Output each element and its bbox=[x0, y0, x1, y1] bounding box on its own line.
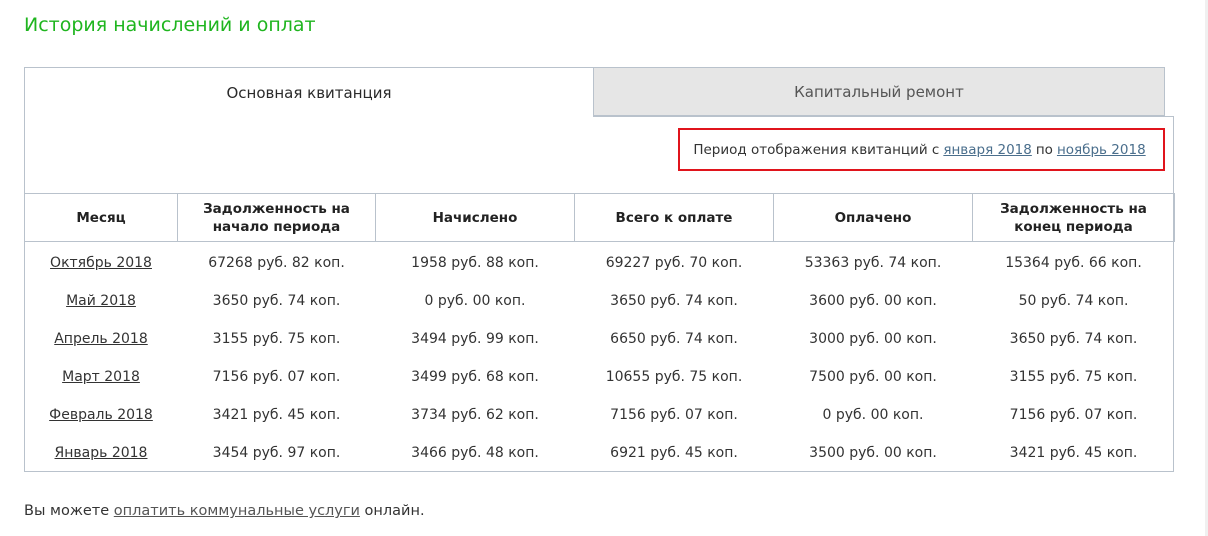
charged-cell: 3494 руб. 99 коп. bbox=[411, 331, 539, 347]
month-link[interactable]: Октябрь 2018 bbox=[50, 255, 152, 271]
footer-prefix: Вы можете bbox=[24, 503, 110, 519]
table-row: Февраль 2018 3421 руб. 45 коп. 3734 руб.… bbox=[25, 396, 1175, 434]
col-header-charged: Начислено bbox=[375, 193, 575, 242]
total-due-cell: 7156 руб. 07 коп. bbox=[610, 407, 738, 423]
period-filter: Период отображения квитанций с января 20… bbox=[678, 128, 1165, 171]
charged-cell: 3499 руб. 68 коп. bbox=[411, 369, 539, 385]
history-table: Месяц Задолженность на начало периода На… bbox=[24, 193, 1175, 472]
tab-bar: Основная квитанция Капитальный ремонт bbox=[24, 67, 1166, 117]
charged-cell: 3466 руб. 48 коп. bbox=[411, 445, 539, 461]
start-debt-cell: 67268 руб. 82 коп. bbox=[208, 255, 345, 271]
charged-cell: 3734 руб. 62 коп. bbox=[411, 407, 539, 423]
month-cell: Май 2018 bbox=[25, 282, 178, 320]
col-header-total-due: Всего к оплате bbox=[574, 193, 774, 242]
paid-cell: 53363 руб. 74 коп. bbox=[804, 255, 942, 271]
total-due-cell: 10655 руб. 75 коп. bbox=[605, 369, 743, 385]
paid-cell: 7500 руб. 00 коп. bbox=[809, 369, 937, 385]
receipt-panel: Период отображения квитанций с января 20… bbox=[24, 116, 1175, 472]
table-row: Май 2018 3650 руб. 74 коп. 0 руб. 00 коп… bbox=[25, 282, 1175, 320]
table-header-row: Месяц Задолженность на начало периода На… bbox=[24, 193, 1175, 242]
month-link[interactable]: Февраль 2018 bbox=[49, 407, 153, 423]
footer-note: Вы можете оплатить коммунальные услуги о… bbox=[24, 503, 425, 519]
start-debt-cell: 3454 руб. 97 коп. bbox=[212, 445, 341, 461]
total-due-cell: 3650 руб. 74 коп. bbox=[610, 293, 738, 309]
period-prefix: Период отображения квитанций с bbox=[693, 141, 940, 158]
paid-cell: 0 руб. 00 коп. bbox=[822, 407, 924, 423]
period-middle: по bbox=[1035, 141, 1053, 158]
table-row: Апрель 2018 3155 руб. 75 коп. 3494 руб. … bbox=[25, 320, 1175, 358]
total-due-cell: 6650 руб. 74 коп. bbox=[610, 331, 738, 347]
end-debt-cell: 7156 руб. 07 коп. bbox=[1009, 407, 1138, 423]
end-debt-cell: 3155 руб. 75 коп. bbox=[1009, 369, 1138, 385]
month-link[interactable]: Май 2018 bbox=[66, 293, 136, 309]
month-link[interactable]: Апрель 2018 bbox=[54, 331, 148, 347]
paid-cell: 3600 руб. 00 коп. bbox=[809, 293, 937, 309]
charged-cell: 0 руб. 00 коп. bbox=[424, 293, 526, 309]
month-link[interactable]: Март 2018 bbox=[62, 369, 140, 385]
end-debt-cell: 15364 руб. 66 коп. bbox=[1005, 255, 1142, 271]
col-header-end-debt: Задолженность на конец периода bbox=[972, 193, 1175, 242]
period-from-link[interactable]: января 2018 bbox=[943, 142, 1032, 158]
month-link[interactable]: Январь 2018 bbox=[55, 445, 148, 461]
paid-cell: 3500 руб. 00 коп. bbox=[809, 445, 937, 461]
start-debt-cell: 3155 руб. 75 коп. bbox=[212, 331, 341, 347]
total-due-cell: 69227 руб. 70 коп. bbox=[605, 255, 743, 271]
page-title: История начислений и оплат bbox=[24, 14, 316, 36]
start-debt-cell: 3650 руб. 74 коп. bbox=[212, 293, 341, 309]
paid-cell: 3000 руб. 00 коп. bbox=[809, 331, 937, 347]
charged-cell: 1958 руб. 88 коп. bbox=[411, 255, 539, 271]
end-debt-cell: 3421 руб. 45 коп. bbox=[1009, 445, 1138, 461]
end-debt-cell: 50 руб. 74 коп. bbox=[1018, 293, 1129, 309]
total-due-cell: 6921 руб. 45 коп. bbox=[610, 445, 738, 461]
start-debt-cell: 7156 руб. 07 коп. bbox=[212, 369, 341, 385]
month-cell: Апрель 2018 bbox=[25, 320, 178, 358]
month-cell: Февраль 2018 bbox=[25, 396, 178, 434]
month-cell: Март 2018 bbox=[25, 358, 178, 396]
table-row: Октябрь 2018 67268 руб. 82 коп. 1958 руб… bbox=[25, 242, 1175, 283]
month-cell: Октябрь 2018 bbox=[25, 242, 178, 283]
table-row: Январь 2018 3454 руб. 97 коп. 3466 руб. … bbox=[25, 434, 1175, 472]
period-to-link[interactable]: ноябрь 2018 bbox=[1057, 142, 1146, 158]
pay-utilities-link[interactable]: оплатить коммунальные услуги bbox=[114, 503, 360, 519]
table-row: Март 2018 7156 руб. 07 коп. 3499 руб. 68… bbox=[25, 358, 1175, 396]
footer-suffix: онлайн. bbox=[364, 503, 425, 519]
tab-main-receipt[interactable]: Основная квитанция bbox=[24, 67, 594, 117]
end-debt-cell: 3650 руб. 74 коп. bbox=[1009, 331, 1138, 347]
col-header-month: Месяц bbox=[24, 193, 178, 242]
col-header-paid: Оплачено bbox=[773, 193, 973, 242]
col-header-start-debt: Задолженность на начало периода bbox=[177, 193, 376, 242]
start-debt-cell: 3421 руб. 45 коп. bbox=[212, 407, 341, 423]
tab-capital-repair[interactable]: Капитальный ремонт bbox=[593, 67, 1165, 116]
month-cell: Январь 2018 bbox=[25, 434, 178, 472]
